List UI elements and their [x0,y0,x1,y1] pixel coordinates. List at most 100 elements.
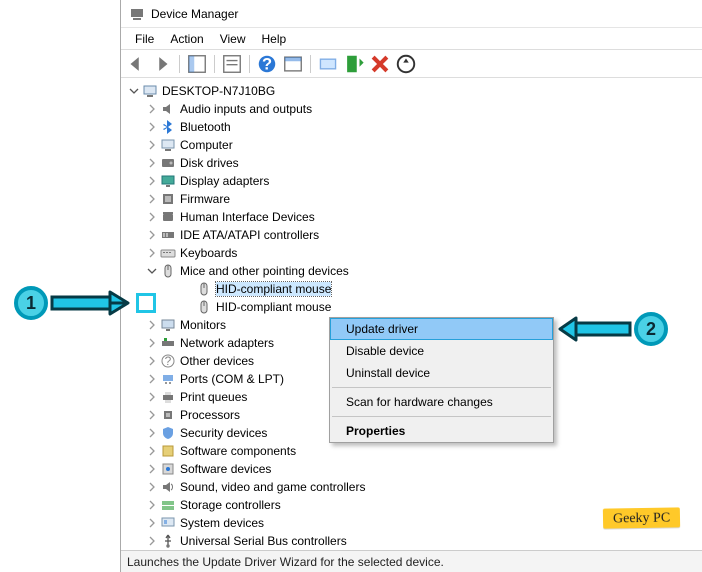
tree-category-label: Computer [180,138,233,152]
tree-category[interactable]: IDE ATA/ATAPI controllers [123,226,700,244]
tree-category-label: Security devices [180,426,267,440]
tree-category[interactable]: Bluetooth [123,118,700,136]
computer-icon [142,83,158,99]
tree-category[interactable]: Keyboards [123,244,700,262]
mouse-icon [196,299,212,315]
chevron-right-icon[interactable] [145,228,159,242]
chevron-right-icon[interactable] [145,516,159,530]
tree-category-label: Audio inputs and outputs [180,102,312,116]
tree-category[interactable]: Computer [123,136,700,154]
chevron-right-icon[interactable] [145,354,159,368]
tree-category[interactable]: Disk drives [123,154,700,172]
mouse-icon [160,263,176,279]
chevron-right-icon[interactable] [145,174,159,188]
chevron-right-icon[interactable] [145,444,159,458]
chevron-right-icon[interactable] [145,120,159,134]
ctx-separator [332,387,551,388]
storage-icon [160,497,176,513]
ctx-scan-hardware[interactable]: Scan for hardware changes [330,391,553,413]
chevron-right-icon[interactable] [145,408,159,422]
tree-category-label: Human Interface Devices [180,210,315,224]
ctx-properties[interactable]: Properties [330,420,553,442]
chevron-right-icon[interactable] [145,102,159,116]
tree-category[interactable]: Firmware [123,190,700,208]
toolbar-sep [310,55,311,73]
chevron-right-icon[interactable] [145,462,159,476]
hid-icon [160,209,176,225]
menu-file[interactable]: File [127,30,162,48]
ide-icon [160,227,176,243]
swcomp-icon [160,443,176,459]
chevron-right-icon[interactable] [145,498,159,512]
menubar: File Action View Help [121,28,702,50]
chevron-right-icon[interactable] [145,426,159,440]
chevron-down-icon[interactable] [127,84,141,98]
ctx-disable-device[interactable]: Disable device [330,340,553,362]
tree-category[interactable]: Audio inputs and outputs [123,100,700,118]
tree-category-label: Processors [180,408,240,422]
monitor-icon [160,317,176,333]
chevron-right-icon[interactable] [145,138,159,152]
chevron-right-icon[interactable] [145,192,159,206]
tree-category[interactable]: Display adapters [123,172,700,190]
ctx-separator [332,416,551,417]
chevron-right-icon[interactable] [145,390,159,404]
update-icon[interactable] [395,53,417,75]
annotation-badge-2: 2 [634,312,668,346]
statusbar: Launches the Update Driver Wizard for th… [121,550,702,572]
tree-category[interactable]: Human Interface Devices [123,208,700,226]
display-icon [160,173,176,189]
network-icon [160,335,176,351]
ctx-update-driver[interactable]: Update driver [330,318,553,340]
device-manager-window: Device Manager File Action View Help ? D… [120,0,702,572]
tree-category-label: Software devices [180,462,271,476]
help-icon[interactable]: ? [256,53,278,75]
audio-icon [160,101,176,117]
chevron-right-icon[interactable] [145,372,159,386]
tree-category-label: Sound, video and game controllers [180,480,365,494]
scan-icon[interactable] [317,53,339,75]
tree-category[interactable]: Universal Serial Bus controllers [123,532,700,550]
tree-device[interactable]: HID-compliant mouse [123,280,700,298]
show-hidden-icon[interactable] [282,53,304,75]
chevron-right-icon[interactable] [145,156,159,170]
tree-category[interactable]: Mice and other pointing devices [123,262,700,280]
mouse-icon [196,281,212,297]
chevron-right-icon[interactable] [145,480,159,494]
properties-icon[interactable] [221,53,243,75]
firmware-icon [160,191,176,207]
port-icon [160,371,176,387]
swdev-icon [160,461,176,477]
system-icon [160,515,176,531]
ctx-uninstall-device[interactable]: Uninstall device [330,362,553,384]
toolbar: ? [121,50,702,78]
sound-icon [160,479,176,495]
other-icon: ? [160,353,176,369]
back-icon[interactable] [125,53,147,75]
add-legacy-icon[interactable] [343,53,365,75]
chevron-right-icon[interactable] [145,246,159,260]
tree-category[interactable]: Sound, video and game controllers [123,478,700,496]
chevron-down-icon[interactable] [145,264,159,278]
tree-root[interactable]: DESKTOP-N7J10BG [123,82,700,100]
chevron-right-icon[interactable] [145,336,159,350]
annotation-highlight-box [136,293,156,313]
tree-device-label: HID-compliant mouse [216,282,331,296]
svg-text:?: ? [165,354,172,368]
chevron-right-icon[interactable] [145,534,159,548]
tree-category-label: Keyboards [180,246,237,260]
window-title: Device Manager [151,7,238,21]
menu-action[interactable]: Action [162,30,211,48]
forward-icon[interactable] [151,53,173,75]
toolbar-sep [214,55,215,73]
remove-icon[interactable] [369,53,391,75]
chevron-right-icon[interactable] [145,318,159,332]
tree-category[interactable]: Software devices [123,460,700,478]
menu-view[interactable]: View [212,30,254,48]
menu-help[interactable]: Help [254,30,295,48]
toolbar-sep [249,55,250,73]
up-tree-icon[interactable] [186,53,208,75]
chevron-right-icon[interactable] [145,210,159,224]
tree-category[interactable]: Software components [123,442,700,460]
svg-text:?: ? [262,55,272,73]
